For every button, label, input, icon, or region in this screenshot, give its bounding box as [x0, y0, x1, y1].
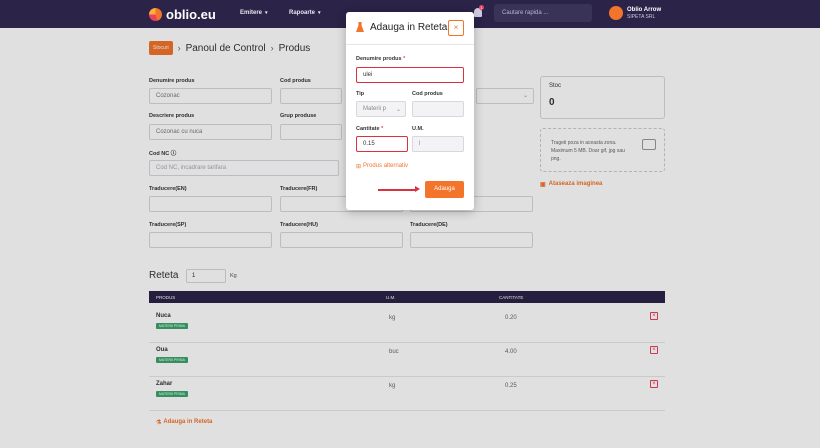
delete-icon[interactable]: × [650, 380, 658, 388]
denumire-label: Denumire produs [149, 78, 195, 84]
add-recipe-modal: Adauga in Reteta × Denumire produs * ule… [346, 12, 474, 210]
col-produs: PRODUS [156, 295, 176, 300]
row-type-tag: MATERII PRIMA [156, 323, 188, 329]
trad-hu-label: Traducere(HU) [280, 222, 318, 228]
trad-sp-input[interactable] [149, 232, 272, 248]
row-type-tag: MATERII PRIMA [156, 357, 188, 363]
modal-denumire-input[interactable]: ulei [356, 67, 464, 83]
trad-de-label: Traducere(DE) [410, 222, 448, 228]
trad-en-label: Traducere(EN) [149, 186, 187, 192]
modal-cantitate-input[interactable]: 0.15 [356, 136, 408, 152]
row-qty: 0.25 [505, 383, 517, 389]
stoc-value: 0 [549, 97, 555, 108]
alternative-product-toggle[interactable]: ⊞ Produs alternativ [356, 163, 408, 170]
trad-sp-label: Traducere(SP) [149, 222, 187, 228]
modal-cod-input[interactable] [412, 101, 464, 117]
table-header: PRODUS U.M. CANTITATE [149, 291, 665, 303]
cod-produs-label: Cod produs [280, 78, 311, 84]
codnc-input[interactable]: Cod NC, incadrare tarifara [149, 160, 339, 176]
trad-fr-label: Traducere(FR) [280, 186, 318, 192]
row-product-name: Zahar [156, 381, 173, 387]
reteta-title: Reteta [149, 270, 179, 281]
modal-cantitate-label: Cantitate * [356, 126, 384, 132]
descriere-label: Descriere produs [149, 113, 195, 119]
modal-um-label: U.M. [412, 126, 424, 132]
modal-divider [346, 44, 474, 45]
plus-square-icon: ⊞ [356, 164, 362, 170]
logo[interactable]: oblio.eu [149, 7, 216, 22]
breadcrumb-separator: › [177, 43, 181, 53]
modal-tip-label: Tip [356, 91, 365, 97]
add-button[interactable]: Adauga [425, 181, 464, 198]
breadcrumb-item-panou[interactable]: Panoul de Control [186, 43, 266, 54]
descriere-input[interactable]: Cozonac cu nuca [149, 124, 272, 140]
add-to-recipe-link[interactable]: ⚗ Adauga in Reteta [156, 419, 212, 426]
reteta-qty-input[interactable]: 1 [186, 269, 226, 283]
chevron-down-icon: ⌄ [395, 107, 401, 113]
chevron-down-icon: ▾ [265, 10, 268, 16]
row-product-name: Nuca [156, 313, 171, 319]
delete-icon[interactable]: × [650, 346, 658, 354]
trad-de-input[interactable] [410, 232, 533, 248]
image-icon: ▣ [540, 182, 546, 188]
chevron-down-icon: ▾ [318, 10, 321, 16]
breadcrumb-separator: › [270, 43, 274, 53]
breadcrumb: Stocuri › Panoul de Control › Produs [149, 41, 310, 55]
modal-tip-select[interactable]: Materii p ⌄ [356, 101, 406, 117]
nav-emitere[interactable]: Emitere ▾ [240, 10, 268, 16]
codnc-label: Cod NC ⓘ [149, 151, 177, 157]
denumire-input[interactable]: Cozonac [149, 88, 272, 104]
notification-badge: 1 [479, 5, 484, 10]
delete-icon[interactable]: × [650, 312, 658, 320]
avatar[interactable] [609, 6, 623, 20]
user-company: SIPETA SRL [627, 14, 656, 20]
row-qty: 0.20 [505, 315, 517, 321]
arrow-right-icon [378, 186, 420, 192]
breadcrumb-item-produs: Produs [278, 42, 311, 54]
image-icon [642, 139, 656, 150]
cod-produs-input[interactable] [280, 88, 342, 104]
modal-cod-label: Cod produs [412, 91, 443, 97]
close-button[interactable]: × [448, 20, 464, 36]
row-um: kg [389, 315, 396, 321]
row-qty: 4.00 [505, 349, 517, 355]
table-row: Oua MATERII PRIMA buc 4.00 × [149, 339, 665, 377]
drop-zone-text: Trageti poza in aceasta zona. Maximum 5 … [551, 140, 625, 162]
table-row: Nuca MATERII PRIMA kg 0.20 × [149, 305, 665, 343]
stoc-label: Stoc [549, 83, 562, 89]
trad-en-input[interactable] [149, 196, 272, 212]
flask-icon [356, 22, 364, 32]
reteta-unit: Kg [230, 273, 237, 279]
search-input[interactable]: Cautare rapida ... [494, 4, 592, 22]
table-row: Zahar MATERII PRIMA kg 0.25 × [149, 373, 665, 411]
grup-label: Grup produse [280, 113, 317, 119]
row-um: kg [389, 383, 396, 389]
logo-icon [149, 8, 162, 21]
breadcrumb-badge[interactable]: Stocuri [149, 41, 173, 55]
grup-input[interactable] [280, 124, 342, 140]
chevron-down-icon: ⌄ [522, 93, 528, 99]
user-name[interactable]: Oblio Arrow [627, 7, 661, 13]
modal-denumire-label: Denumire produs * [356, 56, 406, 62]
row-type-tag: MATERII PRIMA [156, 391, 188, 397]
modal-title: Adauga in Reteta [370, 22, 448, 33]
flask-icon: ⚗ [156, 420, 162, 426]
attach-image-link[interactable]: ▣ Ataseaza imaginea [540, 181, 602, 188]
col-um: U.M. [386, 295, 396, 300]
info-icon: ⓘ [170, 151, 177, 157]
row-um: buc [389, 349, 399, 355]
row-product-name: Oua [156, 347, 168, 353]
image-drop-zone[interactable]: Trageti poza in aceasta zona. Maximum 5 … [540, 128, 665, 172]
trad-hu-input[interactable] [280, 232, 403, 248]
col-cantitate: CANTITATE [499, 295, 524, 300]
stoc-card: Stoc 0 [540, 76, 665, 119]
select-field[interactable]: ⌄ [476, 88, 534, 104]
modal-um-input[interactable]: l [412, 136, 464, 152]
nav-rapoarte[interactable]: Rapoarte ▾ [289, 10, 321, 16]
